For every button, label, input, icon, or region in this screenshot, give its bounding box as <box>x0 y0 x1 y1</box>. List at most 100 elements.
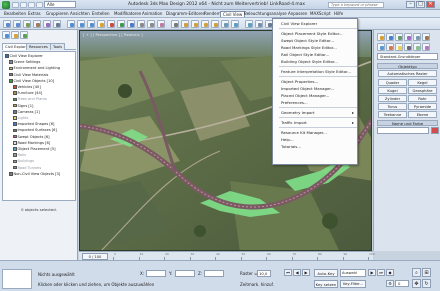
scale-icon[interactable] <box>127 20 135 28</box>
link-icon[interactable] <box>23 20 31 28</box>
tree-item[interactable]: Imported Shapes [6] <box>13 122 54 127</box>
explorer-help-icon[interactable] <box>20 31 28 39</box>
menu-modifikatoren[interactable]: Modifikatoren <box>112 11 143 17</box>
play-icon[interactable]: ▶ <box>302 269 310 276</box>
name-color-rollout[interactable]: Name und Farbe <box>377 120 438 126</box>
tab-resources[interactable]: Resources <box>26 43 51 50</box>
tab-tools[interactable]: Tools <box>50 43 66 50</box>
z-coordinate-field[interactable] <box>204 270 224 277</box>
menu-item-rail-object-style-editor[interactable]: Rail Object Style Editor... <box>273 51 357 58</box>
workspace-dropdown[interactable]: Alle <box>44 1 76 8</box>
pivot-icon[interactable] <box>147 20 155 28</box>
primitive-type-dropdown[interactable]: Standard-Grundkörper <box>377 53 438 60</box>
menu-anpassen[interactable]: Anpassen <box>286 11 309 17</box>
tree-item[interactable]: Signs [1] <box>13 104 33 109</box>
tree-item[interactable]: Civil View Explorer <box>5 54 43 59</box>
menu-diagramm-editoren[interactable]: Diagramm-Editoren <box>164 11 207 17</box>
primitive-pyramide-button[interactable]: Pyramide <box>408 103 437 110</box>
menu-animation[interactable]: Animation <box>140 11 164 17</box>
menu-item-civil-view-explorer[interactable]: Civil View Explorer <box>273 20 357 27</box>
viewport-label[interactable]: [ + ] [ Perspective ] [ Realistic ] <box>83 32 143 37</box>
object-type-rollout[interactable]: Objekttyp <box>377 63 438 69</box>
hierarchy-tab-icon[interactable] <box>395 33 403 41</box>
new-file-icon[interactable] <box>12 2 19 8</box>
tree-item[interactable]: Swept Objects [6] <box>13 135 50 140</box>
bind-spacewarp-icon[interactable] <box>43 20 51 28</box>
shapes-icon[interactable] <box>386 43 394 51</box>
menu-item-imported-object-manager[interactable]: Imported Object Manager... <box>273 85 357 92</box>
orbit-icon[interactable]: ↻ <box>422 279 431 288</box>
named-selection-icon[interactable] <box>221 20 229 28</box>
auto-key-button[interactable]: Auto-Key <box>314 269 338 277</box>
explorer-refresh-icon[interactable] <box>2 31 10 39</box>
align-icon[interactable] <box>245 20 253 28</box>
percent-snap-icon[interactable] <box>201 20 209 28</box>
primitive-kegel-button[interactable]: Kegel <box>408 79 437 86</box>
spacewarps-icon[interactable] <box>422 43 430 51</box>
tree-item[interactable]: Imported Surfaces [6] <box>13 128 57 133</box>
unlink-icon[interactable] <box>33 20 41 28</box>
layer-manager-icon[interactable] <box>255 20 263 28</box>
manipulate-icon[interactable] <box>157 20 165 28</box>
primitive-ebene-button[interactable]: Ebene <box>408 111 437 118</box>
tree-item[interactable]: Non-Civil View Objects [3] <box>9 172 60 177</box>
primitive-teekanne-button[interactable]: Teekanne <box>378 111 407 118</box>
primitive-torus-button[interactable]: Torus <box>378 103 407 110</box>
tree-item[interactable]: Cameras [1] <box>13 110 40 115</box>
menu-item-road-markings-style-editor[interactable]: Road Markings Style Editor... <box>273 44 357 51</box>
tree-item[interactable]: Trees and Plants <box>13 97 47 102</box>
primitive-zylinder-button[interactable]: Zylinder <box>378 95 407 102</box>
tree-item[interactable]: Buildings <box>13 159 34 164</box>
tree-item[interactable]: Rails <box>13 153 26 158</box>
maximize-button[interactable]: □ <box>416 1 425 8</box>
menu-extras[interactable]: Extras <box>26 11 43 17</box>
menu-hilfe[interactable]: Hilfe <box>332 11 345 17</box>
primitive-geosphäre-button[interactable]: Geosphäre <box>408 87 437 94</box>
time-slider-thumb[interactable]: 0 / 100 <box>82 253 108 260</box>
helpers-icon[interactable] <box>413 43 421 51</box>
lights-icon[interactable] <box>395 43 403 51</box>
undo-icon[interactable] <box>36 2 43 8</box>
prev-frame-icon[interactable]: ◀ <box>293 269 301 276</box>
menu-item-object-properties[interactable]: Object Properties... <box>273 78 357 85</box>
redo-icon[interactable] <box>13 20 21 28</box>
pan-icon[interactable]: ✥ <box>412 279 421 288</box>
menu-erstellen[interactable]: Erstellen <box>90 11 112 17</box>
cameras-icon[interactable] <box>404 43 412 51</box>
tree-item[interactable]: Furniture [44] <box>13 91 42 96</box>
menu-item-swept-object-style-editor[interactable]: Swept Object Style Editor... <box>273 37 357 44</box>
rotate-icon[interactable] <box>117 20 125 28</box>
key-selection-dropdown[interactable]: Auswahl <box>340 269 366 277</box>
menu-maxscript[interactable]: MAXScript <box>308 11 333 17</box>
tree-item[interactable]: Object Placement [5] <box>13 147 56 152</box>
maxscript-listener[interactable] <box>2 269 32 289</box>
menu-item-preferences[interactable]: Preferences... <box>273 99 357 106</box>
time-slider[interactable]: 0 / 100 0 10 20 30 40 50 60 70 80 90 100 <box>79 251 375 260</box>
ref-coord-icon[interactable] <box>137 20 145 28</box>
tree-item[interactable]: Road Markings [6] <box>13 141 50 146</box>
menu-item-feature-interpretation-style-editor[interactable]: Feature Interpretation Style Editor... <box>273 68 357 75</box>
tree-item[interactable]: Civil View Objects [10] <box>9 79 54 84</box>
move-icon[interactable] <box>107 20 115 28</box>
primitive-quader-button[interactable]: Quader <box>378 79 407 86</box>
menu-item-building-object-style-editor[interactable]: Building Object Style Editor... <box>273 58 357 65</box>
motion-tab-icon[interactable] <box>404 33 412 41</box>
object-name-field[interactable] <box>377 127 429 134</box>
menu-beleuchtungsanalyse[interactable]: Beleuchtungsanalyse <box>242 11 289 17</box>
modify-tab-icon[interactable] <box>386 33 394 41</box>
window-crossing-icon[interactable] <box>97 20 105 28</box>
menu-item-tutorials[interactable]: Tutorials... <box>273 143 357 150</box>
menu-ansichten[interactable]: Ansichten <box>68 11 92 17</box>
select-by-name-icon[interactable] <box>77 20 85 28</box>
tree-item[interactable]: Civil View Materials <box>9 73 48 78</box>
menu-item-traffic-import[interactable]: Traffic Import <box>273 119 357 126</box>
tree-item[interactable]: Environment and Lighting <box>9 66 60 71</box>
zoom-all-icon[interactable]: ⊞ <box>422 268 431 277</box>
menu-item-resource-kit-manager[interactable]: Resource Kit Manager... <box>273 129 357 136</box>
keyboard-shortcut-icon[interactable] <box>171 20 179 28</box>
set-key-button[interactable]: Key setzen <box>314 280 338 288</box>
go-to-start-icon[interactable]: ⏮ <box>284 269 292 276</box>
display-tab-icon[interactable] <box>413 33 421 41</box>
snaps-icon[interactable] <box>181 20 189 28</box>
menu-item-object-placement-style-editor[interactable]: Object Placement Style Editor... <box>273 30 357 37</box>
